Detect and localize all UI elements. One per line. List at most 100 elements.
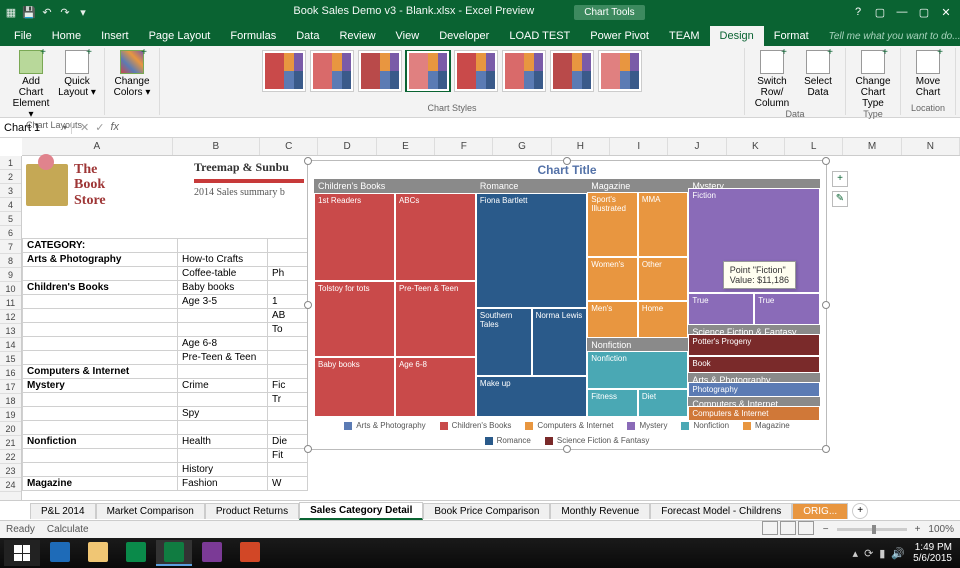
table-row[interactable]: Age 6-8 xyxy=(23,337,308,351)
treemap-group-header[interactable]: Romance xyxy=(476,179,587,193)
chart-styles-button[interactable]: ✎ xyxy=(832,191,848,207)
col-header-F[interactable]: F xyxy=(435,138,493,155)
sheet-tab[interactable]: Product Returns xyxy=(205,503,299,519)
treemap-cell[interactable]: Diet xyxy=(638,389,689,417)
legend-item[interactable]: Children's Books xyxy=(440,421,512,430)
treemap-cell[interactable]: Book xyxy=(688,356,820,373)
row-header-21[interactable]: 21 xyxy=(0,436,21,450)
sheet-tab[interactable]: Monthly Revenue xyxy=(550,503,650,519)
taskbar-app-powerpoint[interactable] xyxy=(232,540,268,566)
treemap-chart[interactable]: Chart Title Children's Books1st ReadersA… xyxy=(307,160,827,450)
table-row[interactable]: Coffee-tablePh xyxy=(23,267,308,281)
treemap-group-header[interactable]: Mystery xyxy=(688,179,820,188)
treemap-group-header[interactable]: Science Fiction & Fantasy xyxy=(688,325,820,334)
chart-legend[interactable]: Arts & PhotographyChildren's BooksComput… xyxy=(308,417,826,449)
chart-elements-button[interactable]: + xyxy=(832,171,848,187)
treemap-cell[interactable]: True xyxy=(688,293,754,325)
change-colors-button[interactable]: Change Colors ▾ xyxy=(111,50,153,98)
move-chart-button[interactable]: Move Chart xyxy=(907,50,949,98)
table-row[interactable]: AB xyxy=(23,309,308,323)
taskbar-app-store[interactable] xyxy=(118,540,154,566)
treemap-group-header[interactable]: Arts & Photography xyxy=(688,373,820,382)
new-sheet-button[interactable]: + xyxy=(852,503,868,519)
row-header-3[interactable]: 3 xyxy=(0,184,21,198)
row-headers[interactable]: 123456789101112131415161718192021222324 xyxy=(0,156,22,500)
taskbar-app-excel[interactable] xyxy=(156,540,192,566)
sheet-tab[interactable]: Forecast Model - Childrens xyxy=(650,503,792,519)
quick-layout-button[interactable]: Quick Layout ▾ xyxy=(56,50,98,98)
treemap-cell[interactable]: Photography xyxy=(688,382,820,397)
chart-style-2[interactable] xyxy=(310,50,354,92)
zoom-in-icon[interactable]: + xyxy=(915,524,921,535)
treemap-cell[interactable]: MMA xyxy=(638,192,689,257)
ribbon-tab-power-pivot[interactable]: Power Pivot xyxy=(580,26,659,46)
treemap-cell[interactable]: Sport's Illustrated xyxy=(587,192,638,257)
ribbon-tab-developer[interactable]: Developer xyxy=(429,26,499,46)
legend-item[interactable]: Computers & Internet xyxy=(525,421,613,430)
row-header-10[interactable]: 10 xyxy=(0,282,21,296)
cancel-formula-icon[interactable]: ✕ xyxy=(80,121,89,134)
table-row[interactable] xyxy=(23,421,308,435)
ribbon-tab-page-layout[interactable]: Page Layout xyxy=(139,26,221,46)
col-header-G[interactable]: G xyxy=(493,138,551,155)
taskbar-clock[interactable]: 1:49 PM5/6/2015 xyxy=(913,542,952,564)
row-header-14[interactable]: 14 xyxy=(0,338,21,352)
sheet-tab[interactable]: Market Comparison xyxy=(96,503,205,519)
legend-item[interactable]: Romance xyxy=(485,436,531,445)
treemap-group-header[interactable]: Computers & Internet xyxy=(688,397,820,406)
zoom-out-icon[interactable]: − xyxy=(823,524,829,535)
table-row[interactable]: Arts & PhotographyHow-to Crafts xyxy=(23,253,308,267)
row-header-1[interactable]: 1 xyxy=(0,156,21,170)
name-box[interactable]: Chart 1 xyxy=(0,122,72,134)
chart-title[interactable]: Chart Title xyxy=(308,161,826,179)
tray-network-icon[interactable]: ▮ xyxy=(879,547,885,560)
row-header-22[interactable]: 22 xyxy=(0,450,21,464)
tray-up-icon[interactable]: ▴ xyxy=(853,547,859,560)
qat-more-icon[interactable]: ▾ xyxy=(76,5,90,19)
chart-style-7[interactable] xyxy=(550,50,594,92)
treemap-cell[interactable]: Fitness xyxy=(587,389,638,417)
column-headers[interactable]: ABCDEFGHIJKLMN xyxy=(22,138,960,156)
row-header-2[interactable]: 2 xyxy=(0,170,21,184)
row-header-20[interactable]: 20 xyxy=(0,422,21,436)
chart-style-4[interactable] xyxy=(406,50,450,92)
ribbon-options-icon[interactable]: ▢ xyxy=(870,6,890,19)
chart-style-1[interactable] xyxy=(262,50,306,92)
switch-row-column-button[interactable]: Switch Row/ Column xyxy=(751,50,793,109)
table-row[interactable]: Spy xyxy=(23,407,308,421)
treemap-cell[interactable]: Other xyxy=(638,257,689,301)
chart-style-6[interactable] xyxy=(502,50,546,92)
treemap-cell[interactable]: Men's xyxy=(587,301,638,339)
treemap-cell[interactable]: Make up xyxy=(476,376,587,417)
ribbon-tab-load-test[interactable]: LOAD TEST xyxy=(499,26,580,46)
table-row[interactable]: CATEGORY: xyxy=(23,239,308,253)
taskbar-app-onenote[interactable] xyxy=(194,540,230,566)
category-table[interactable]: CATEGORY:Arts & PhotographyHow-to Crafts… xyxy=(22,238,308,491)
help-icon[interactable]: ? xyxy=(848,6,868,19)
col-header-I[interactable]: I xyxy=(610,138,668,155)
save-icon[interactable]: 💾 xyxy=(22,5,36,19)
sheet-tab[interactable]: P&L 2014 xyxy=(30,503,96,519)
treemap-cell[interactable]: Pre-Teen & Teen xyxy=(395,281,476,357)
row-header-18[interactable]: 18 xyxy=(0,394,21,408)
maximize-icon[interactable]: ▢ xyxy=(914,6,934,19)
undo-icon[interactable]: ↶ xyxy=(40,5,54,19)
treemap-cell[interactable]: Baby books xyxy=(314,357,395,417)
sheet-tab[interactable]: Book Price Comparison xyxy=(423,503,550,519)
fx-icon[interactable]: fx xyxy=(110,121,119,134)
col-header-B[interactable]: B xyxy=(173,138,260,155)
row-header-5[interactable]: 5 xyxy=(0,212,21,226)
chart-style-8[interactable] xyxy=(598,50,642,92)
treemap-cell[interactable]: Age 6-8 xyxy=(395,357,476,417)
close-icon[interactable]: ✕ xyxy=(936,6,956,19)
treemap-cell[interactable]: Southern Tales xyxy=(476,308,532,376)
table-row[interactable]: NonfictionHealthDie xyxy=(23,435,308,449)
treemap-cell[interactable]: Fiona Bartlett xyxy=(476,193,587,308)
ribbon-tab-team[interactable]: TEAM xyxy=(659,26,710,46)
view-buttons[interactable] xyxy=(761,521,815,538)
taskbar-app-explorer[interactable] xyxy=(80,540,116,566)
minimize-icon[interactable]: — xyxy=(892,6,912,19)
change-chart-type-button[interactable]: Change Chart Type xyxy=(852,50,894,109)
table-row[interactable]: MagazineFashionW xyxy=(23,477,308,491)
col-header-N[interactable]: N xyxy=(902,138,960,155)
